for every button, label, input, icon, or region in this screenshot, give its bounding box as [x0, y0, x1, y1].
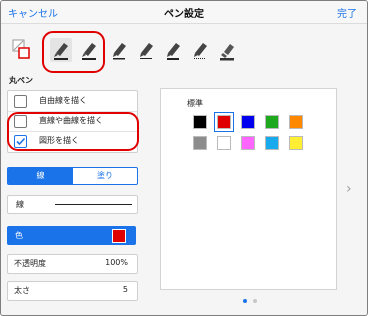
pen-tool-3-icon[interactable]: [108, 38, 130, 62]
color-swatch[interactable]: [265, 136, 279, 150]
line-style-preview: [55, 204, 132, 205]
color-swatch[interactable]: [241, 136, 255, 150]
pen-tool-1-icon[interactable]: [50, 38, 72, 62]
thickness-row[interactable]: 太さ 5: [7, 281, 138, 301]
color-label: 色: [15, 231, 23, 240]
done-button[interactable]: 完了: [337, 5, 357, 20]
color-swatch[interactable]: [193, 136, 207, 150]
page-dot-active[interactable]: [243, 299, 247, 303]
checkbox[interactable]: [14, 115, 27, 128]
line-style-row[interactable]: 線: [7, 195, 138, 214]
stroke-fill-toggle: 線 塗り: [7, 167, 138, 185]
stroke-tab[interactable]: 線: [8, 168, 73, 184]
color-row[interactable]: 色: [7, 226, 136, 245]
color-swatch[interactable]: [289, 136, 303, 150]
pen-properties: 不透明度 100% 太さ 5: [7, 254, 138, 301]
current-color-swatch: [112, 229, 126, 243]
option-label: 直線や曲線を描く: [39, 116, 103, 125]
dialog-title: ペン設定: [164, 9, 204, 20]
page-dot[interactable]: [253, 299, 257, 303]
opacity-row[interactable]: 不透明度 100%: [7, 254, 138, 274]
option-shape[interactable]: 図形を描く: [8, 131, 137, 151]
color-swatch[interactable]: [289, 115, 303, 129]
color-swatch[interactable]: [265, 115, 279, 129]
highlighter-icon[interactable]: [216, 38, 238, 62]
checkbox[interactable]: [14, 95, 27, 108]
pen-tool-4-icon[interactable]: [135, 38, 157, 62]
option-label: 自由線を描く: [39, 96, 87, 105]
pen-type-label: 丸ペン: [9, 76, 33, 85]
opacity-value: 100%: [105, 258, 128, 267]
option-label: 図形を描く: [39, 136, 79, 145]
option-line-curve[interactable]: 直線や曲線を描く: [8, 111, 137, 132]
draw-mode-options: 自由線を描く 直線や曲線を描く 図形を描く: [7, 90, 138, 153]
line-style-label: 線: [16, 200, 24, 209]
checkbox-checked[interactable]: [14, 135, 27, 148]
dialog-header: キャンセル ペン設定 完了: [1, 1, 367, 24]
color-swatch[interactable]: [241, 115, 255, 129]
pen-toolbar: [1, 24, 367, 70]
page-indicator: [243, 296, 263, 306]
thickness-label: 太さ: [14, 286, 30, 295]
color-swatch[interactable]: [214, 112, 234, 132]
fill-tab[interactable]: 塗り: [73, 168, 137, 184]
color-swatch[interactable]: [217, 136, 231, 150]
shapes-icon[interactable]: [11, 38, 35, 62]
pen-settings-dialog: キャンセル ペン設定 完了 丸ペン 自由線を描く 直線や曲線を描く 図形を描く …: [0, 0, 368, 316]
pen-tool-5-icon[interactable]: [162, 38, 184, 62]
chevron-right-icon[interactable]: ›: [346, 181, 352, 197]
option-freehand[interactable]: 自由線を描く: [8, 91, 137, 112]
thickness-value: 5: [122, 285, 128, 294]
color-swatch[interactable]: [193, 115, 207, 129]
opacity-label: 不透明度: [14, 259, 46, 268]
pen-tool-2-icon[interactable]: [78, 38, 100, 62]
palette-label: 標準: [187, 99, 203, 108]
pen-tool-6-icon[interactable]: [189, 38, 211, 62]
checkmark-icon: [16, 137, 26, 146]
color-palette: 標準: [160, 88, 337, 290]
